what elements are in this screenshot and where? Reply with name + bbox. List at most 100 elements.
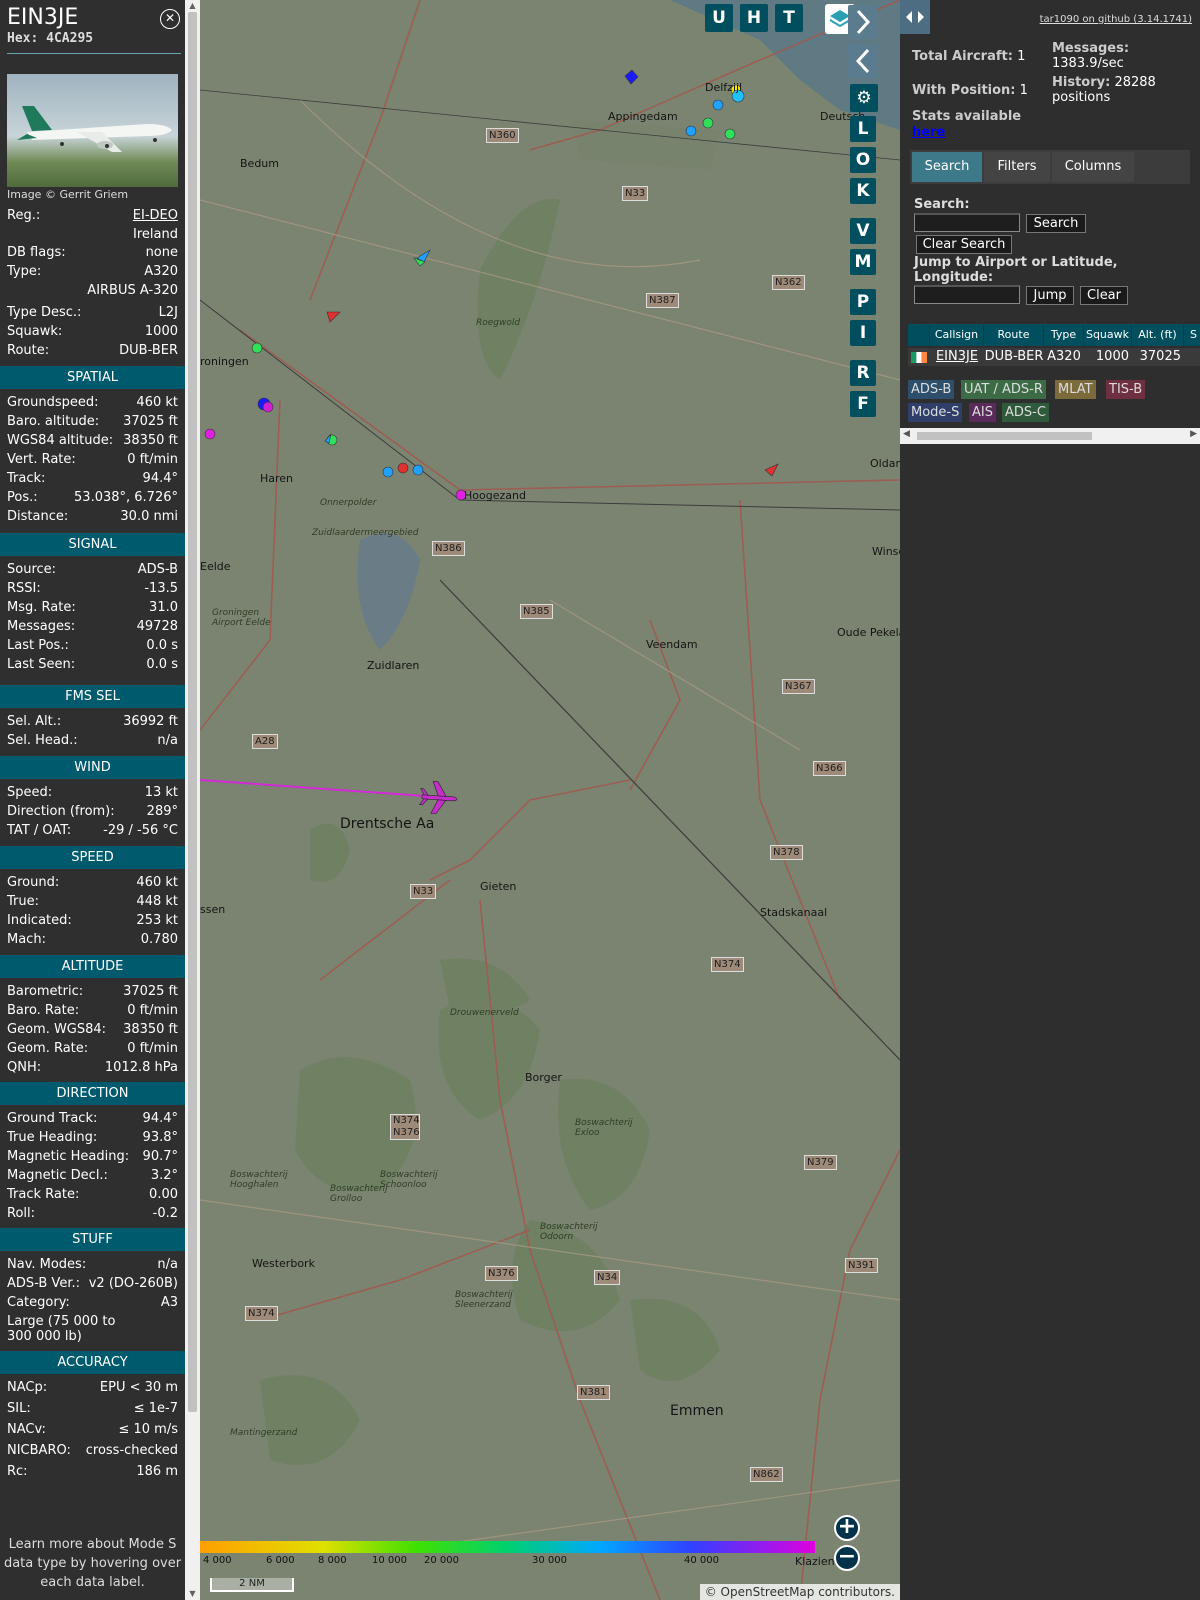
data-label[interactable]: Roll: bbox=[7, 1206, 35, 1221]
stats-link[interactable]: here bbox=[912, 125, 945, 140]
aircraft-photo[interactable] bbox=[7, 74, 178, 187]
data-label[interactable]: Indicated: bbox=[7, 913, 72, 928]
data-label[interactable]: Track Rate: bbox=[7, 1187, 79, 1202]
col-squawk[interactable]: Squawk bbox=[1084, 324, 1132, 346]
col-callsign[interactable]: Callsign bbox=[930, 324, 984, 346]
map-button-r[interactable]: R bbox=[850, 360, 876, 386]
close-icon[interactable]: ✕ bbox=[160, 9, 180, 29]
data-label[interactable]: True: bbox=[7, 894, 39, 909]
scroll-right-icon[interactable]: ▶ bbox=[1190, 429, 1197, 439]
sidebar-scrollbar[interactable]: ▲ ▼ bbox=[185, 0, 200, 1600]
scrollbar-thumb[interactable] bbox=[188, 12, 197, 1412]
data-label[interactable]: Vert. Rate: bbox=[7, 452, 76, 467]
source-chip-adsc[interactable]: ADS-C bbox=[1002, 403, 1049, 422]
map-button-k[interactable]: K bbox=[850, 178, 876, 204]
data-label[interactable]: ADS-B Ver.: bbox=[7, 1276, 80, 1291]
data-label[interactable]: Category: bbox=[7, 1295, 70, 1310]
data-label[interactable]: Pos.: bbox=[7, 490, 38, 505]
data-label[interactable]: Last Pos.: bbox=[7, 638, 69, 653]
map-button-f[interactable]: F bbox=[850, 391, 876, 417]
clear-search-button[interactable]: Clear Search bbox=[916, 235, 1012, 254]
data-label[interactable]: Rc: bbox=[7, 1464, 28, 1479]
clear-button[interactable]: Clear bbox=[1080, 286, 1128, 305]
map-button-h[interactable]: H bbox=[740, 4, 768, 32]
data-label[interactable]: Baro. altitude: bbox=[7, 414, 99, 429]
data-label[interactable]: Mach: bbox=[7, 932, 46, 947]
scroll-down-icon[interactable]: ▼ bbox=[185, 1588, 200, 1600]
search-input[interactable] bbox=[914, 213, 1020, 232]
data-label[interactable]: Last Seen: bbox=[7, 657, 75, 672]
hscroll-thumb[interactable] bbox=[917, 432, 1092, 440]
github-link[interactable]: tar1090 on github (3.14.1741) bbox=[1040, 14, 1192, 25]
search-button[interactable]: Search bbox=[1026, 214, 1086, 233]
source-chip-mlat[interactable]: MLAT bbox=[1055, 380, 1096, 399]
map-button-p[interactable]: P bbox=[850, 289, 876, 315]
data-label[interactable]: True Heading: bbox=[7, 1130, 97, 1145]
tab-search[interactable]: Search bbox=[912, 152, 982, 182]
data-label[interactable]: Ground Track: bbox=[7, 1111, 97, 1126]
map-button-m[interactable]: M bbox=[850, 249, 876, 275]
data-label[interactable]: WGS84 altitude: bbox=[7, 433, 113, 448]
scroll-left-icon[interactable]: ◀ bbox=[903, 429, 910, 439]
data-label[interactable]: Messages: bbox=[7, 619, 75, 634]
zoom-in-icon[interactable]: + bbox=[834, 1515, 860, 1541]
data-label[interactable]: NACp: bbox=[7, 1380, 47, 1395]
data-label[interactable]: Track: bbox=[7, 471, 45, 486]
data-label[interactable]: Geom. Rate: bbox=[7, 1041, 88, 1056]
tab-filters[interactable]: Filters bbox=[984, 152, 1050, 182]
data-label[interactable]: Groundspeed: bbox=[7, 395, 98, 410]
data-label[interactable]: Magnetic Heading: bbox=[7, 1149, 129, 1164]
collapse-left-icon[interactable] bbox=[848, 44, 878, 78]
data-label[interactable]: Speed: bbox=[7, 785, 52, 800]
col-speed[interactable]: S bbox=[1184, 324, 1200, 346]
data-label[interactable]: Sel. Head.: bbox=[7, 733, 78, 748]
toggle-panel-icon[interactable] bbox=[900, 0, 930, 34]
source-chip-tisb[interactable]: TIS-B bbox=[1106, 380, 1146, 399]
data-label[interactable]: TAT / OAT: bbox=[7, 823, 71, 838]
data-label[interactable]: Sel. Alt.: bbox=[7, 714, 61, 729]
cell-type[interactable]: A320 bbox=[1044, 348, 1084, 366]
source-chip-adsb[interactable]: ADS-B bbox=[908, 380, 955, 399]
info-value[interactable]: EI-DEO bbox=[133, 208, 178, 223]
data-label[interactable]: QNH: bbox=[7, 1060, 41, 1075]
data-label[interactable]: RSSI: bbox=[7, 581, 41, 596]
source-chip-uatadsr[interactable]: UAT / ADS-R bbox=[961, 380, 1046, 399]
map-button-i[interactable]: I bbox=[850, 320, 876, 346]
col-route[interactable]: Route bbox=[984, 324, 1044, 346]
map-view[interactable]: Delfzijl Appingedam Bedum roningen Haren Hoog… bbox=[200, 0, 900, 1600]
jump-button[interactable]: Jump bbox=[1026, 286, 1074, 305]
cell-route[interactable]: DUB-BER bbox=[984, 348, 1044, 366]
data-label[interactable]: Direction (from): bbox=[7, 804, 115, 819]
map-button-u[interactable]: U bbox=[705, 4, 733, 32]
col-altitude[interactable]: Alt. (ft) bbox=[1132, 324, 1184, 346]
data-label[interactable]: Magnetic Decl.: bbox=[7, 1168, 108, 1183]
gear-icon[interactable]: ⚙ bbox=[850, 84, 878, 112]
col-type[interactable]: Type bbox=[1044, 324, 1084, 346]
cell-altitude[interactable]: 37025 bbox=[1132, 348, 1184, 366]
source-chip-ais[interactable]: AIS bbox=[969, 403, 996, 422]
data-label[interactable]: Ground: bbox=[7, 875, 59, 890]
cell-callsign[interactable]: EIN3JE bbox=[930, 348, 984, 366]
data-label[interactable]: Large (75 000 to 300 000 lb) bbox=[7, 1314, 127, 1344]
data-label[interactable]: SIL: bbox=[7, 1401, 31, 1416]
jump-input[interactable] bbox=[914, 285, 1020, 304]
data-label[interactable]: Source: bbox=[7, 562, 56, 577]
data-label[interactable]: NICBARO: bbox=[7, 1443, 71, 1458]
map-button-t[interactable]: T bbox=[775, 4, 803, 32]
tab-columns[interactable]: Columns bbox=[1052, 152, 1134, 182]
cell-squawk[interactable]: 1000 bbox=[1084, 348, 1132, 366]
table-hscrollbar[interactable]: ◀ ▶ bbox=[900, 428, 1200, 444]
map-button-v[interactable]: V bbox=[850, 218, 876, 244]
cell-speed[interactable] bbox=[1184, 348, 1200, 366]
data-label[interactable]: Nav. Modes: bbox=[7, 1257, 86, 1272]
expand-right-icon[interactable] bbox=[848, 5, 878, 39]
map-button-l[interactable]: L bbox=[850, 116, 876, 142]
scroll-up-icon[interactable]: ▲ bbox=[185, 0, 200, 12]
data-label[interactable]: Msg. Rate: bbox=[7, 600, 76, 615]
data-label[interactable]: Barometric: bbox=[7, 984, 83, 999]
data-label[interactable]: Distance: bbox=[7, 509, 68, 524]
col-flag[interactable] bbox=[908, 324, 930, 346]
data-label[interactable]: Baro. Rate: bbox=[7, 1003, 79, 1018]
map-button-o[interactable]: O bbox=[850, 147, 876, 173]
data-label[interactable]: Geom. WGS84: bbox=[7, 1022, 106, 1037]
